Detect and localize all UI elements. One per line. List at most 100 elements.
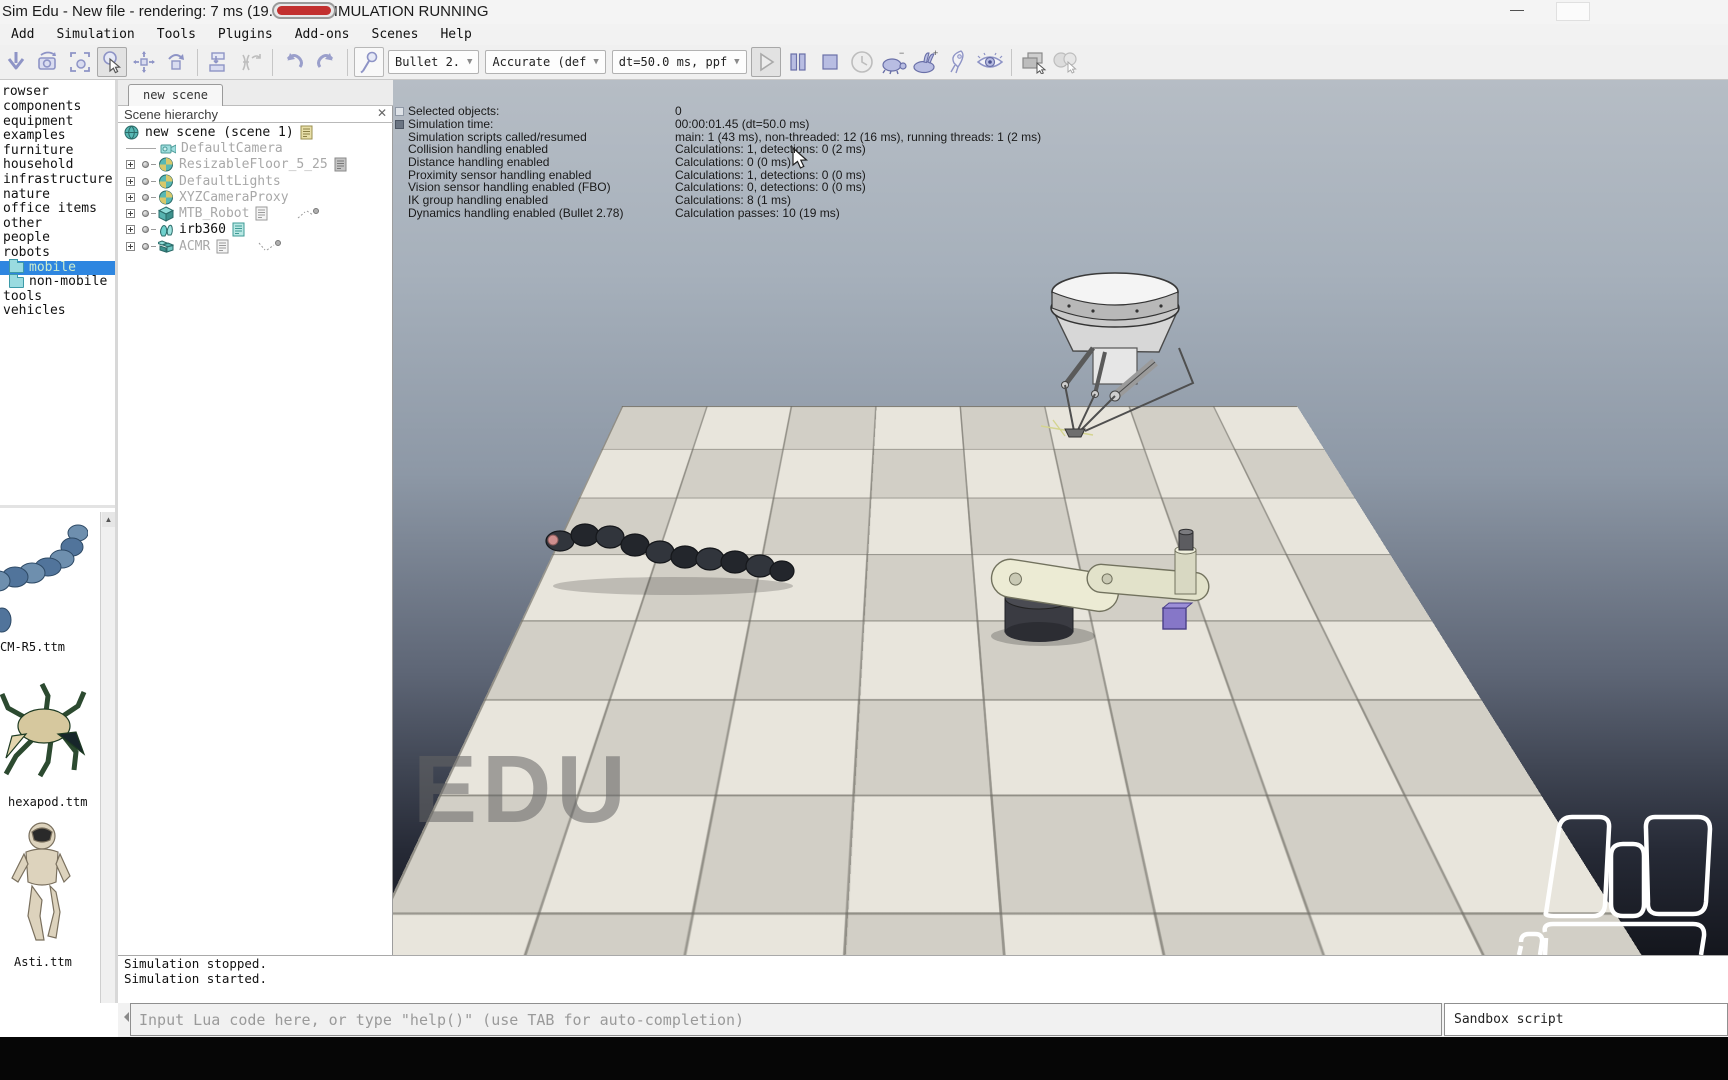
redo-icon[interactable] <box>311 47 341 77</box>
physics-engine-dropdown[interactable]: Bullet 2. ▼ <box>388 50 480 74</box>
model-folder-nature[interactable]: nature <box>0 187 115 203</box>
script-icon[interactable] <box>300 125 314 140</box>
folder-icon <box>9 259 24 274</box>
tree-row-acmr[interactable]: ACMR <box>118 238 393 254</box>
model-folder-vehicles[interactable]: vehicles <box>0 304 115 319</box>
model-folder-infrastructure[interactable]: infrastructure <box>0 172 115 188</box>
visibility-toggle[interactable] <box>142 177 149 185</box>
scroll-up-icon[interactable]: ▲ <box>102 512 115 527</box>
pause-button[interactable] <box>783 47 813 77</box>
script-icon[interactable] <box>255 206 269 221</box>
undo-icon[interactable] <box>279 47 309 77</box>
model-shape-icon <box>160 224 173 237</box>
panel-splitter[interactable] <box>0 505 115 508</box>
transfer-dna-icon[interactable] <box>236 47 266 77</box>
camera-rotate-icon[interactable] <box>33 47 63 77</box>
script-icon[interactable] <box>232 222 246 237</box>
tree-row-scene[interactable]: new scene (scene 1) <box>118 124 393 140</box>
model-folder-people[interactable]: people <box>0 231 115 246</box>
object-rotate-icon[interactable] <box>161 47 191 77</box>
menu-simulation[interactable]: Simulation <box>45 27 145 42</box>
object-select-icon[interactable] <box>97 47 127 77</box>
model-folder-furniture[interactable]: furniture <box>0 143 115 159</box>
menu-scenes[interactable]: Scenes <box>361 27 430 42</box>
play-button[interactable] <box>750 47 781 77</box>
page-selector-icon[interactable] <box>1018 47 1048 77</box>
accuracy-dropdown[interactable]: Accurate (def ▼ <box>485 50 606 74</box>
expand-icon[interactable] <box>126 176 135 186</box>
assemble-icon[interactable] <box>204 47 234 77</box>
visibility-toggle[interactable] <box>142 210 149 218</box>
left-panel-footer <box>0 1003 118 1037</box>
collapse-box-icon[interactable] <box>395 119 404 129</box>
close-icon[interactable]: ✕ <box>375 106 389 120</box>
maximize-button[interactable] <box>1556 2 1590 21</box>
visibility-toggle[interactable] <box>142 242 149 250</box>
real-time-toggle-icon[interactable] <box>847 47 877 77</box>
model-browser-panel: rowser components equipment examples fur… <box>0 80 115 1037</box>
model-folder-robots[interactable]: robots <box>0 245 115 261</box>
model-folder-tools[interactable]: tools <box>0 289 115 305</box>
viewport-3d[interactable]: EDU Selected objects: 0 Simulation time:… <box>393 80 1728 955</box>
camera-fit-icon[interactable] <box>65 47 95 77</box>
tree-row-default-lights[interactable]: DefaultLights <box>118 173 393 189</box>
menu-help[interactable]: Help <box>429 27 482 42</box>
menu-plugins[interactable]: Plugins <box>207 27 284 42</box>
physics-engine-value: Bullet 2. <box>395 55 461 69</box>
visibility-toggle[interactable] <box>142 161 149 169</box>
status-console[interactable]: Simulation stopped. Simulation started. <box>118 955 1728 1003</box>
camera-shift-icon[interactable] <box>1 47 31 77</box>
visibility-toggle[interactable] <box>142 193 149 201</box>
threaded-boost-rocket-icon[interactable] <box>943 47 973 77</box>
model-folder-mobile[interactable]: mobile <box>0 259 115 276</box>
tree-row-default-camera[interactable]: DefaultCamera <box>118 140 393 156</box>
expand-icon[interactable] <box>126 192 135 202</box>
menu-add[interactable]: Add <box>0 27 45 42</box>
script-icon[interactable] <box>216 239 230 254</box>
collapse-box-icon[interactable] <box>395 106 404 116</box>
model-browser-scrollbar[interactable]: ▲ ▼ <box>100 512 115 1037</box>
tree-row-mtb-robot[interactable]: MTB_Robot <box>118 205 393 222</box>
pick-icon[interactable] <box>354 47 384 77</box>
model-thumbnail-acm-r5[interactable] <box>0 515 88 635</box>
multishape-icon <box>159 190 173 205</box>
speed-up-rabbit-icon[interactable]: + <box>911 47 941 77</box>
model-folder-equipment[interactable]: equipment <box>0 114 115 130</box>
expand-icon[interactable] <box>126 160 135 170</box>
tab-new-scene[interactable]: new scene <box>128 84 224 106</box>
menu-tools[interactable]: Tools <box>146 27 207 42</box>
chevron-down-icon: ▼ <box>593 57 599 67</box>
model-thumbnail-hexapod[interactable] <box>0 678 96 788</box>
script-icon[interactable] <box>334 157 348 172</box>
model-folder-components[interactable]: components <box>0 99 115 115</box>
model-folder-household[interactable]: household <box>0 158 115 173</box>
status-row: Distance handling enabled Calculations: … <box>408 155 792 170</box>
tree-row-xyz-camera-proxy[interactable]: XYZCameraProxy <box>118 189 393 205</box>
model-folder-other[interactable]: other <box>0 216 115 232</box>
tree-row-irb360[interactable]: irb360 <box>118 222 393 238</box>
visibility-toggle[interactable] <box>142 226 149 234</box>
model-thumbnail-asti[interactable] <box>0 820 98 950</box>
model-folder-examples[interactable]: examples <box>0 129 115 144</box>
minimize-button[interactable]: — <box>1500 2 1534 21</box>
stop-button[interactable] <box>815 47 845 77</box>
model-folder-office-items[interactable]: office items <box>0 202 115 217</box>
object-move-icon[interactable] <box>129 47 159 77</box>
scroll-left-icon[interactable] <box>119 1012 129 1022</box>
tree-row-resizable-floor[interactable]: ResizableFloor_5_25 <box>118 157 393 173</box>
chevron-down-icon: ▼ <box>734 57 740 67</box>
speed-down-turtle-icon[interactable]: − <box>879 47 909 77</box>
window-title: Sim Edu - New file - rendering: 7 ms (19… <box>2 3 489 20</box>
visibility-eye-icon[interactable] <box>975 47 1005 77</box>
dt-dropdown[interactable]: dt=50.0 ms, ppf ▼ <box>611 50 747 74</box>
scene-selector-icon[interactable] <box>1050 47 1080 77</box>
multishape-icon <box>159 174 173 189</box>
expand-icon[interactable] <box>126 241 135 251</box>
expand-icon[interactable] <box>126 225 135 235</box>
menu-addons[interactable]: Add-ons <box>284 27 361 42</box>
model-folder-non-mobile[interactable]: non-mobile <box>0 273 115 290</box>
status-row: Simulation time: 00:00:01.45 (dt=50.0 ms… <box>395 117 1095 131</box>
script-selector-dropdown[interactable]: Sandbox script <box>1444 1003 1728 1036</box>
lua-code-input[interactable] <box>130 1003 1442 1036</box>
expand-icon[interactable] <box>126 209 135 219</box>
